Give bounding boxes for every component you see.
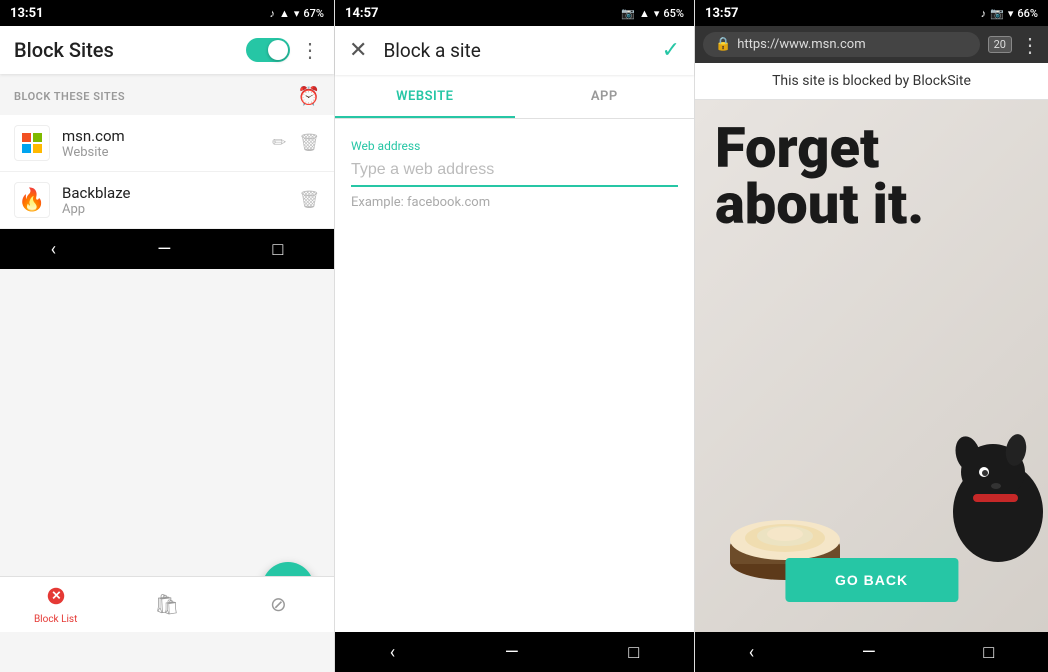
backblaze-type: App xyxy=(62,202,298,217)
msn-name: msn.com xyxy=(62,127,272,145)
block-list-label: Block List xyxy=(34,614,77,625)
backblaze-actions: 🗑 xyxy=(298,190,320,210)
back-nav-icon[interactable]: ‹ xyxy=(51,239,56,260)
browser-bar: 🔒 https://www.msn.com 20 ⋮ xyxy=(695,26,1048,63)
backblaze-icon: 🔥 xyxy=(14,182,50,218)
time-2: 14:57 xyxy=(345,6,379,21)
battery-icon-2: 65% xyxy=(663,7,684,20)
flame-icon: 🔥 xyxy=(18,188,45,213)
web-address-field: Web address xyxy=(351,139,678,187)
block-list-icon: ✕ xyxy=(45,585,67,612)
bottom-tabs: ✕ Block List 🛍 ⊘ xyxy=(0,576,334,632)
battery-icon: 67% xyxy=(303,7,324,20)
section-label: BLOCK THESE SITES xyxy=(14,90,125,103)
msn-actions: ✏ 🗑 xyxy=(272,133,320,153)
site-list: msn.com Website ✏ 🗑 🔥 Backblaze App 🗑 xyxy=(0,115,334,229)
battery-icon-3: 66% xyxy=(1017,7,1038,20)
tab-app[interactable]: APP xyxy=(515,75,695,118)
nav-bar-3: ‹ — □ xyxy=(695,632,1048,672)
home-nav-icon-3[interactable]: — xyxy=(862,642,876,663)
app-title: Block Sites xyxy=(14,38,114,62)
time-3: 13:57 xyxy=(705,6,739,21)
recents-nav-icon-3[interactable]: □ xyxy=(983,642,994,663)
nav-bar-1: ‹ — □ xyxy=(0,229,334,269)
site-item-backblaze: 🔥 Backblaze App 🗑 xyxy=(0,172,334,229)
wifi-icon-3: ▾ xyxy=(1008,7,1014,20)
panel-add-site: 14:57 📷 ▲ ▾ 65% ✕ Block a site ✓ WEBSITE… xyxy=(335,0,695,672)
status-icons-3: ♪ 📷 ▾ 66% xyxy=(981,7,1038,20)
block-icon: ⊘ xyxy=(270,592,287,616)
go-back-button[interactable]: GO BACK xyxy=(785,558,958,602)
status-bar-3: 13:57 ♪ 📷 ▾ 66% xyxy=(695,0,1048,26)
home-nav-icon[interactable]: — xyxy=(157,239,171,260)
example-hint: Example: facebook.com xyxy=(351,195,678,210)
delete-icon-msn[interactable]: 🗑 xyxy=(298,133,320,153)
camera-icon: 📷 xyxy=(621,7,635,20)
app-header-2: ✕ Block a site ✓ xyxy=(335,26,694,75)
msn-type: Website xyxy=(62,145,272,160)
back-nav-icon-2[interactable]: ‹ xyxy=(390,642,395,663)
header-actions: ⋮ xyxy=(246,38,320,62)
edit-icon[interactable]: ✏ xyxy=(272,133,286,153)
spotify-icon-3: ♪ xyxy=(981,7,987,20)
tab-block-list[interactable]: ✕ Block List xyxy=(0,585,111,625)
msn-info: msn.com Website xyxy=(62,127,272,160)
add-site-title: Block a site xyxy=(383,39,645,62)
home-nav-icon-2[interactable]: — xyxy=(505,642,519,663)
url-text: https://www.msn.com xyxy=(737,37,967,52)
spotify-icon: ♪ xyxy=(269,7,275,20)
forget-text: Forget about it. xyxy=(715,120,924,232)
wifi-icon: ▾ xyxy=(294,7,300,20)
schedule-icon[interactable]: ⏰ xyxy=(298,86,320,107)
tab-bar: WEBSITE APP xyxy=(335,75,694,119)
tab-count[interactable]: 20 xyxy=(988,36,1012,53)
wifi-icon-2: ▾ xyxy=(654,7,660,20)
overflow-menu-icon[interactable]: ⋮ xyxy=(300,38,320,62)
status-icons-2: 📷 ▲ ▾ 65% xyxy=(621,7,684,20)
camera-icon-3: 📷 xyxy=(990,7,1004,20)
web-address-input[interactable] xyxy=(351,157,678,187)
section-header: BLOCK THESE SITES ⏰ xyxy=(0,74,334,115)
signal-icon: ▲ xyxy=(279,7,290,20)
close-icon[interactable]: ✕ xyxy=(349,38,367,63)
delete-icon-backblaze[interactable]: 🗑 xyxy=(298,190,320,210)
panel-block-sites: 13:51 ♪ ▲ ▾ 67% Block Sites ⋮ BLOCK THES… xyxy=(0,0,335,672)
blocked-image-area: Forget about it. xyxy=(695,100,1048,632)
time-1: 13:51 xyxy=(10,6,44,21)
web-address-label: Web address xyxy=(351,139,678,153)
confirm-icon[interactable]: ✓ xyxy=(662,38,680,63)
panel-blocked-page: 13:57 ♪ 📷 ▾ 66% 🔒 https://www.msn.com 20… xyxy=(695,0,1048,672)
lock-icon: 🔒 xyxy=(715,37,731,52)
app-header-1: Block Sites ⋮ xyxy=(0,26,334,74)
recents-nav-icon-2[interactable]: □ xyxy=(628,642,639,663)
site-item-msn: msn.com Website ✏ 🗑 xyxy=(0,115,334,172)
status-bar-2: 14:57 📷 ▲ ▾ 65% xyxy=(335,0,694,26)
signal-icon-2: ▲ xyxy=(639,7,650,20)
svg-text:✕: ✕ xyxy=(51,588,61,602)
tab-browse[interactable]: 🛍 xyxy=(111,592,222,618)
add-site-content: Web address Example: facebook.com xyxy=(335,119,694,230)
nav-bar-2: ‹ — □ xyxy=(335,632,694,672)
backblaze-info: Backblaze App xyxy=(62,184,298,217)
tab-website[interactable]: WEBSITE xyxy=(335,75,515,118)
status-icons-1: ♪ ▲ ▾ 67% xyxy=(269,7,324,20)
status-bar-1: 13:51 ♪ ▲ ▾ 67% xyxy=(0,0,334,26)
tab-block[interactable]: ⊘ xyxy=(223,592,334,618)
browse-icon: 🛍 xyxy=(154,592,179,616)
msn-icon xyxy=(14,125,50,161)
recents-nav-icon[interactable]: □ xyxy=(273,239,284,260)
back-nav-icon-3[interactable]: ‹ xyxy=(749,642,754,663)
url-box[interactable]: 🔒 https://www.msn.com xyxy=(703,32,980,57)
backblaze-name: Backblaze xyxy=(62,184,298,202)
dog-illustration xyxy=(918,412,1048,572)
overflow-menu-icon-3[interactable]: ⋮ xyxy=(1020,33,1040,57)
block-toggle[interactable] xyxy=(246,38,290,62)
blocked-notice: This site is blocked by BlockSite xyxy=(695,63,1048,100)
